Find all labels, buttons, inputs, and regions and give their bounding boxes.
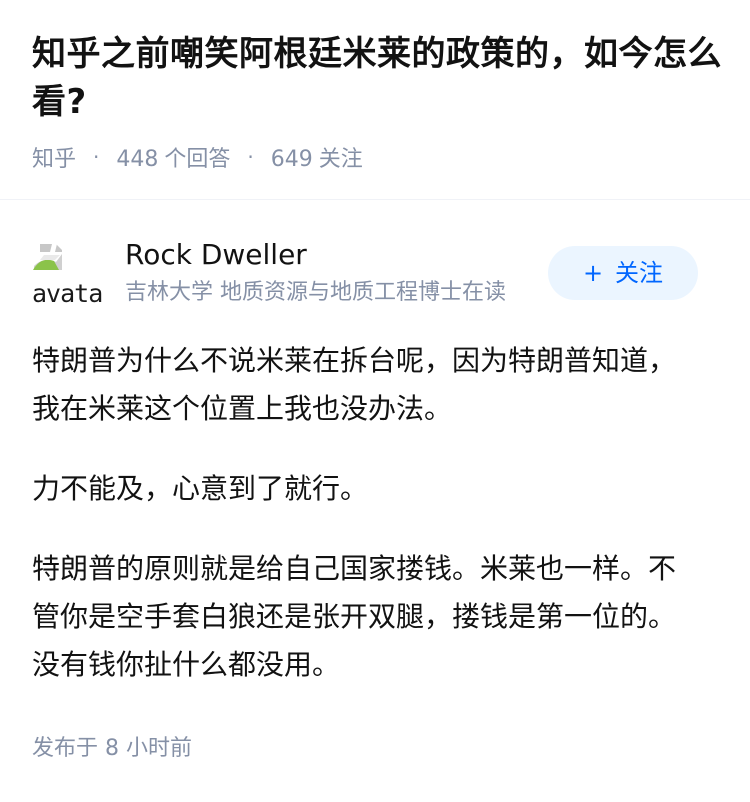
author-row: avatar Rock Dweller 吉林大学 地质资源与地质工程博士在读 +… xyxy=(32,236,718,312)
answer-paragraph: 特朗普的原则就是给自己国家搂钱。米莱也一样。不管你是空手套白狼还是张开双腿，搂钱… xyxy=(32,552,677,681)
answer-card: avatar Rock Dweller 吉林大学 地质资源与地质工程博士在读 +… xyxy=(32,236,718,721)
plus-icon: + xyxy=(582,259,604,287)
follower-count-label: 关注 xyxy=(318,147,363,172)
question-meta: 知乎 · 448 个回答 · 649 关注 xyxy=(32,144,363,175)
avatar-alt-text: avatar xyxy=(32,279,104,308)
follow-button-label: 关注 xyxy=(615,259,664,287)
author-bio: 吉林大学 地质资源与地质工程博士在读 xyxy=(125,280,506,305)
answer-page: 知乎之前嘲笑阿根廷米莱的政策的，如今怎么看? 知乎 · 448 个回答 · 649… xyxy=(0,0,750,802)
question-title[interactable]: 知乎之前嘲笑阿根廷米莱的政策的，如今怎么看? xyxy=(32,30,722,126)
header-divider xyxy=(0,199,750,200)
publish-time: 发布于 8 小时前 xyxy=(32,736,192,761)
answer-paragraph: 力不能及，心意到了就行。 xyxy=(32,472,369,505)
avatar[interactable]: avatar xyxy=(32,238,104,310)
answer-count-label: 个回答 xyxy=(164,147,231,172)
separator-dot: · xyxy=(247,145,254,169)
author-name[interactable]: Rock Dweller xyxy=(125,236,307,274)
answer-count-value: 448 xyxy=(116,147,159,172)
follow-button[interactable]: + 关注 xyxy=(548,246,698,300)
answer-count[interactable]: 448 个回答 xyxy=(116,147,237,172)
answer-content: 特朗普为什么不说米莱在拆台呢，因为特朗普知道，我在米莱这个位置上我也没办法。 力… xyxy=(32,337,692,689)
separator-dot: · xyxy=(93,145,100,169)
follower-count[interactable]: 649 关注 xyxy=(271,147,363,172)
answer-paragraph: 特朗普为什么不说米莱在拆台呢，因为特朗普知道，我在米莱这个位置上我也没办法。 xyxy=(32,344,677,425)
source-link[interactable]: 知乎 xyxy=(32,147,76,172)
question-header: 知乎之前嘲笑阿根廷米莱的政策的，如今怎么看? 知乎 · 448 个回答 · 649… xyxy=(32,30,722,172)
follower-count-value: 649 xyxy=(270,147,313,172)
broken-image-icon xyxy=(33,244,62,270)
